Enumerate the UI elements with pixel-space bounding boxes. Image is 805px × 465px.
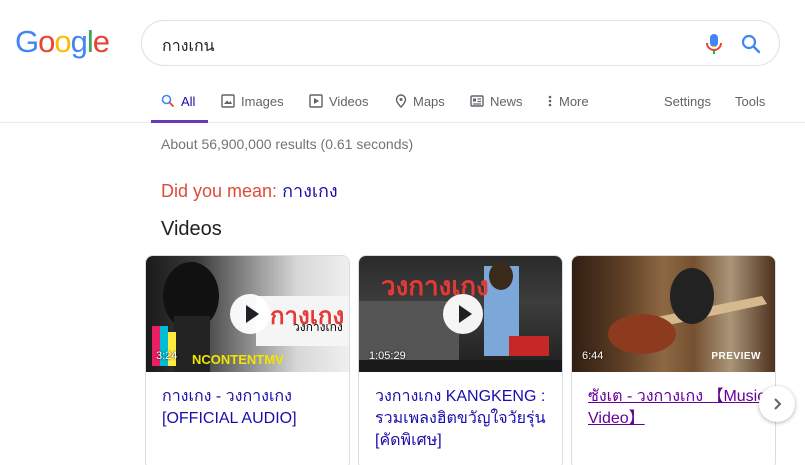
more-vert-icon (548, 95, 552, 107)
tab-label: News (490, 93, 523, 109)
tab-settings[interactable]: Settings (664, 80, 711, 122)
tab-label: Images (241, 93, 284, 109)
search-tabs: All Images Videos Maps News More Setting… (0, 80, 805, 123)
search-box[interactable]: กางเกน (141, 20, 780, 66)
preview-badge: PREVIEW (711, 351, 761, 362)
video-duration: 1:05:29 (369, 350, 406, 362)
thumbnail-brand: NCONTENTMV (192, 352, 284, 367)
video-title-link[interactable]: ซังเต - วงกางเกง 【Music Video】 (588, 386, 768, 430)
video-thumbnail[interactable]: กางเกง วงกางเกง NCONTENTMV 3:24 (146, 256, 349, 372)
thumbnail-subtitle: วงกางเกง (293, 320, 343, 334)
tab-news[interactable]: News (470, 80, 523, 122)
video-icon (309, 94, 323, 108)
did-you-mean-prefix: Did you mean: (161, 181, 283, 201)
logo-letter: o (38, 24, 55, 59)
logo-letter: e (92, 24, 110, 59)
mic-icon[interactable] (703, 32, 725, 56)
tab-label: More (559, 93, 589, 109)
image-icon (221, 94, 235, 108)
video-card[interactable]: วงกางเกง 1:05:29 วงกางเกง KANGKENG : รวม… (358, 255, 563, 465)
video-thumbnail[interactable]: วงกางเกง 1:05:29 (359, 256, 562, 372)
video-duration: 6:44 (582, 350, 604, 362)
play-icon[interactable] (443, 294, 483, 334)
tab-tools[interactable]: Tools (735, 80, 765, 122)
video-title-link[interactable]: วงกางเกง KANGKENG : รวมเพลงฮิตขวัญใจวัยร… (375, 386, 555, 452)
video-title-link[interactable]: กางเกง - วงกางเกง [OFFICIAL AUDIO] (162, 386, 342, 430)
did-you-mean: Did you mean: กางเกง (161, 176, 338, 205)
map-pin-icon (395, 94, 407, 108)
news-icon (470, 95, 484, 107)
logo-letter: g (70, 24, 88, 59)
search-icon[interactable] (739, 32, 763, 56)
logo-letter: G (15, 24, 39, 59)
logo-letter: o (54, 24, 71, 59)
tab-videos[interactable]: Videos (309, 80, 369, 122)
carousel-next-button[interactable] (759, 386, 795, 422)
tab-label: All (181, 93, 196, 109)
spelling-suggestion-link[interactable]: กางเกง (282, 181, 338, 201)
tab-maps[interactable]: Maps (395, 80, 445, 122)
tab-all[interactable]: All (151, 80, 208, 123)
tab-images[interactable]: Images (221, 80, 284, 122)
video-thumbnail[interactable]: 6:44 PREVIEW (572, 256, 775, 372)
videos-heading: Videos (161, 218, 222, 240)
chevron-right-icon (774, 398, 782, 410)
video-duration: 3:24 (156, 350, 178, 362)
video-card[interactable]: 6:44 PREVIEW ซังเต - วงกางเกง 【Music Vid… (571, 255, 776, 465)
play-icon[interactable] (230, 294, 270, 334)
tab-label: Videos (329, 93, 369, 109)
result-stats: About 56,900,000 results (0.61 seconds) (161, 136, 414, 152)
search-icon (161, 94, 175, 108)
search-input[interactable]: กางเกน (162, 34, 682, 59)
google-logo[interactable]: Google (15, 24, 110, 60)
tab-more[interactable]: More (547, 80, 589, 122)
tab-label: Maps (413, 93, 445, 109)
video-card[interactable]: กางเกง วงกางเกง NCONTENTMV 3:24 กางเกง -… (145, 255, 350, 465)
